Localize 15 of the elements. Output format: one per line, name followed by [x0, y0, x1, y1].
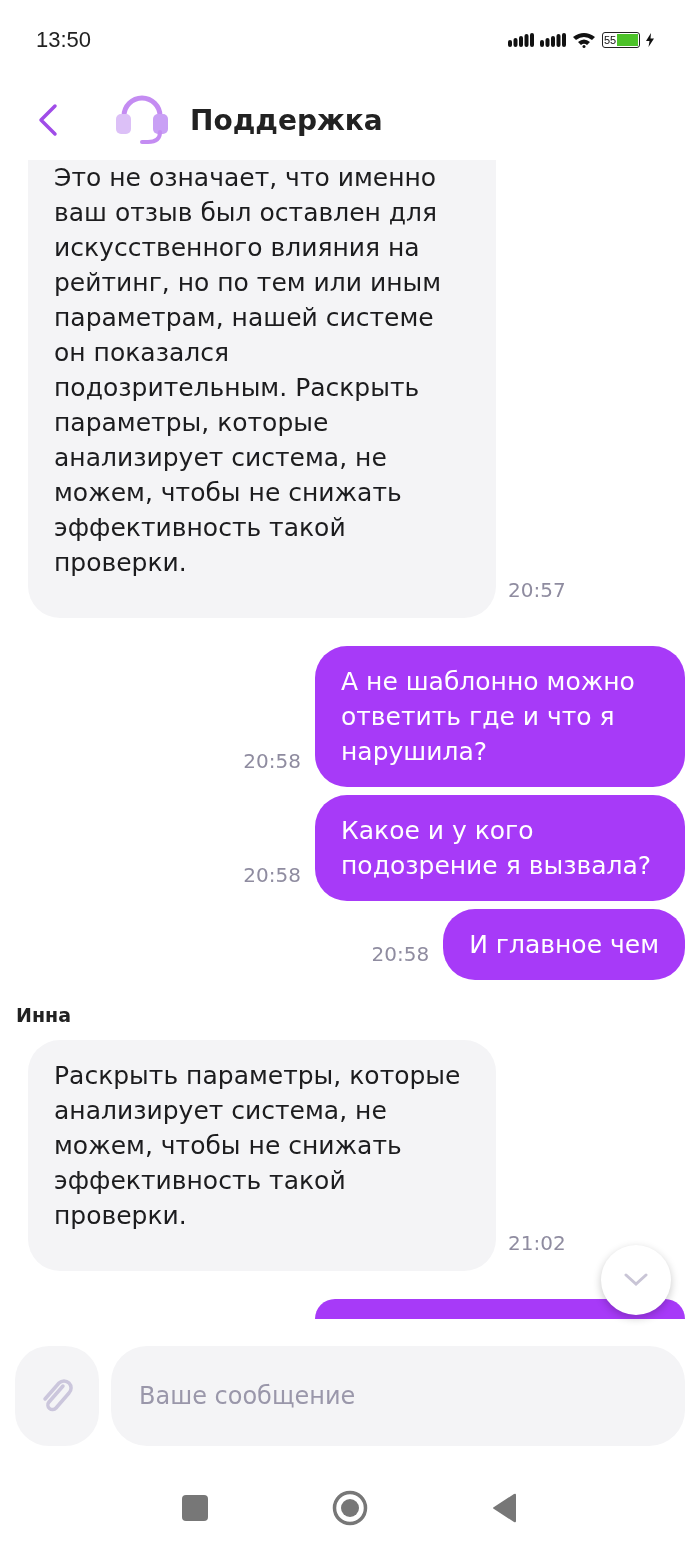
message-time: 20:57: [508, 578, 566, 602]
sender-name: Инна: [15, 1004, 72, 1026]
chat-title: Поддержка: [190, 103, 383, 137]
message-time: 20:58: [243, 863, 301, 887]
message-bubble: А не шаблонно можно ответить где и что я нарушила?: [315, 646, 685, 787]
message-time: 21:02: [508, 1231, 566, 1255]
message-time: 20:58: [243, 749, 301, 773]
status-time: 13:50: [36, 27, 92, 53]
message-bubble: Какое и у кого подозрение я вызвала?: [315, 795, 685, 901]
message-time: 20:58: [371, 942, 430, 966]
message-bubble: Это не означает, что именно ваш отзыв был оставлен для искусственного влияния на рейтинг, но по тем или иным параметрам, нашей системе он показался подозрительным. Раскрыть параметры, которые анализирует система, не можем, чтобы не снижать эффективность такой проверки.: [28, 160, 496, 618]
battery-icon: 55: [602, 32, 640, 48]
message-input[interactable]: Ваше сообщение: [111, 1346, 685, 1446]
message-bubble: И главное чем: [443, 909, 685, 980]
message-bubble: Раскрыть параметры, которые анализирует система, не можем, чтобы не снижать эффективность такой проверки.: [28, 1040, 496, 1271]
